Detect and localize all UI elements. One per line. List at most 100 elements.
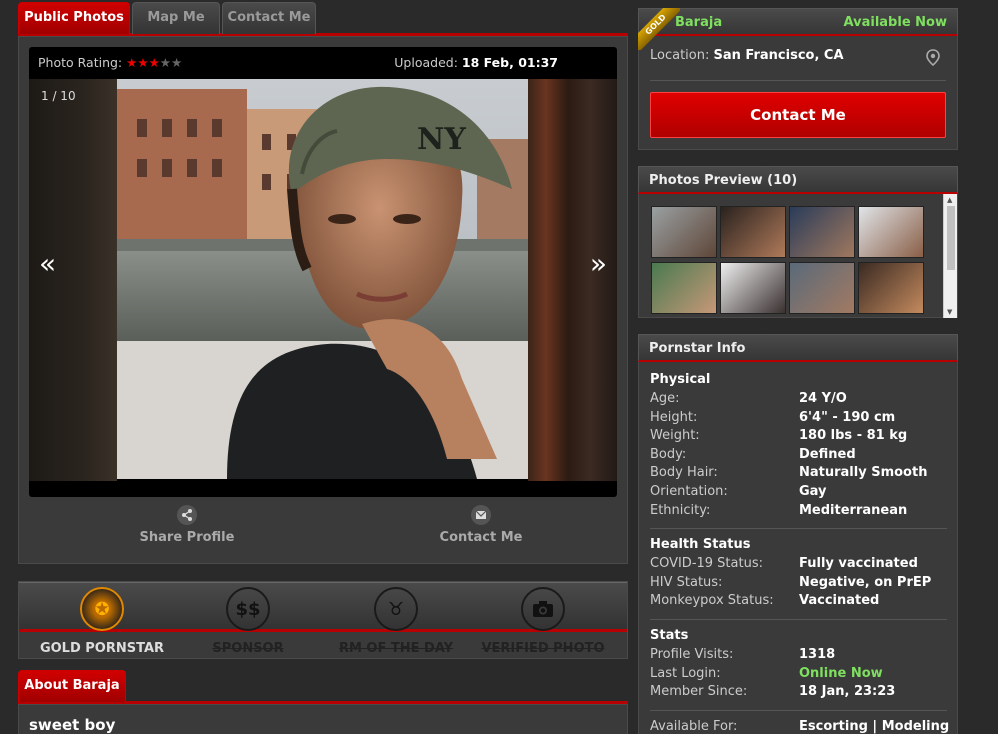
divider <box>650 709 947 711</box>
info-key: Member Since: <box>650 684 748 700</box>
envelope-icon <box>471 505 491 525</box>
thumbnail[interactable] <box>651 206 717 258</box>
info-key: Available For: <box>650 718 738 734</box>
info-key: Last Login: <box>650 665 721 681</box>
info-row: Available For: Escorting | Modeling <box>650 719 950 734</box>
thumbnail[interactable] <box>789 206 855 258</box>
online-status: Online Now <box>799 665 883 681</box>
info-key: Orientation: <box>650 483 728 499</box>
svg-text:NY: NY <box>417 122 466 157</box>
main-photo[interactable]: NY <box>117 79 528 479</box>
info-row: Member Since: 18 Jan, 23:23 <box>650 684 950 703</box>
uploaded-value: 18 Feb, 01:37 <box>461 55 558 70</box>
profile-body: Location: San Francisco, CA Contact Me <box>638 36 958 150</box>
contact-me-label: Contact Me <box>439 530 523 545</box>
tab-contact-me[interactable]: Contact Me <box>222 2 316 34</box>
divider <box>650 80 946 81</box>
thumbnail[interactable] <box>720 206 786 258</box>
availability-status: Available Now <box>843 15 947 30</box>
info-row: Profile Visits: 1318 <box>650 647 950 666</box>
camera-icon <box>521 587 565 631</box>
info-key: Profile Visits: <box>650 646 734 662</box>
info-row: HIV Status: Negative, on PrEP <box>650 575 950 594</box>
photo-rating: Photo Rating: ★★★★★ <box>38 55 182 70</box>
contact-me-button[interactable]: Contact Me <box>650 92 946 138</box>
info-value: 18 Jan, 23:23 <box>799 684 896 700</box>
info-key: HIV Status: <box>650 574 723 590</box>
divider <box>650 618 947 620</box>
scroll-down-icon[interactable]: ▼ <box>947 308 952 316</box>
info-row: Ethnicity: Mediterranean <box>650 503 950 522</box>
pornstar-info-title: Pornstar Info <box>638 334 958 362</box>
star-icon[interactable]: ★ <box>137 55 148 70</box>
badge-sponsor[interactable]: $$ SPONSOR <box>173 583 323 656</box>
info-key: Height: <box>650 409 698 425</box>
badge-rm-of-the-day[interactable]: ♉ RM OF THE DAY <box>321 583 471 656</box>
location-value: San Francisco, CA <box>713 48 844 63</box>
info-value: Gay <box>799 483 827 499</box>
upload-date: Uploaded: 18 Feb, 01:37 <box>394 55 558 70</box>
info-value: Negative, on PrEP <box>799 574 932 590</box>
rating-stars[interactable]: ★★★★★ <box>126 55 182 70</box>
info-value: Mediterranean <box>799 502 908 518</box>
scroll-up-icon[interactable]: ▲ <box>947 196 952 204</box>
scrollbar-thumb[interactable] <box>947 206 955 270</box>
thumbnail[interactable] <box>858 262 924 314</box>
star-icon[interactable]: ★ <box>171 55 182 70</box>
pornstar-info: Pornstar Info Physical Age: 24 Y/O Height… <box>638 334 958 734</box>
star-icon[interactable]: ★ <box>160 55 171 70</box>
star-icon[interactable]: ★ <box>126 55 137 70</box>
badge-gold-pornstar[interactable]: ✪ GOLD PORNSTAR <box>27 583 177 656</box>
info-row: COVID-19 Status: Fully vaccinated <box>650 556 950 575</box>
viewer-toolbar: Photo Rating: ★★★★★ Uploaded: 18 Feb, 01… <box>29 47 617 79</box>
badges-panel: ✪ GOLD PORNSTAR $$ SPONSOR ♉ RM OF THE D… <box>18 581 628 659</box>
info-row: Weight: 180 lbs - 81 kg <box>650 428 950 447</box>
tab-map-me[interactable]: Map Me <box>132 2 220 34</box>
pornstar-info-body: Physical Age: 24 Y/O Height: 6'4" - 190 cm… <box>638 362 958 734</box>
medal-icon: ✪ <box>80 587 124 631</box>
physical-heading: Physical <box>650 372 711 387</box>
thumbnail[interactable] <box>789 262 855 314</box>
info-key: Body Hair: <box>650 465 718 481</box>
previous-photo-button[interactable]: « <box>39 247 56 280</box>
thumbnail[interactable] <box>858 206 924 258</box>
stats-heading: Stats <box>650 627 689 643</box>
photo-image: NY <box>117 79 528 479</box>
info-row: Height: 6'4" - 190 cm <box>650 410 950 429</box>
star-icon[interactable]: ★ <box>149 55 160 70</box>
map-pin-icon[interactable] <box>923 48 943 68</box>
photos-preview-body: ▲ ▼ <box>638 194 958 318</box>
info-row: Body Hair: Naturally Smooth <box>650 465 950 484</box>
photo-background-right <box>528 79 617 481</box>
info-row: Last Login: Online Now <box>650 666 950 685</box>
photos-preview-title: Photos Preview (10) <box>638 166 958 194</box>
rating-label: Photo Rating: <box>38 55 123 70</box>
info-key: Age: <box>650 391 680 406</box>
info-row: Age: 24 Y/O <box>650 391 950 410</box>
info-row: Body: Defined <box>650 447 950 466</box>
photos-preview: Photos Preview (10) ▲ ▼ <box>638 166 958 318</box>
info-grid: Physical Age: 24 Y/O Height: 6'4" - 190 cm… <box>650 372 950 734</box>
info-value: Naturally Smooth <box>799 465 928 481</box>
contact-me-action[interactable]: Contact Me <box>425 505 537 545</box>
info-row: Monkeypox Status: Vaccinated <box>650 593 950 612</box>
thumbnail[interactable] <box>651 262 717 314</box>
next-photo-button[interactable]: » <box>590 247 607 280</box>
about-tabs: About Baraja <box>18 670 628 704</box>
preview-scrollbar[interactable]: ▲ ▼ <box>943 194 957 318</box>
tab-public-photos[interactable]: Public Photos <box>18 2 130 34</box>
uploaded-label: Uploaded: <box>394 55 458 70</box>
about-text: sweet boy <box>29 716 116 734</box>
gold-ribbon: GOLD <box>638 8 680 50</box>
info-value: 180 lbs - 81 kg <box>799 428 908 444</box>
divider <box>650 528 947 530</box>
thumbnail[interactable] <box>720 262 786 314</box>
badge-verified-photo[interactable]: VERIFIED PHOTO <box>468 583 618 656</box>
tab-about[interactable]: About Baraja <box>18 670 126 702</box>
photo-viewer: Photo Rating: ★★★★★ Uploaded: 18 Feb, 01… <box>29 47 617 497</box>
profile-card: GOLD Baraja Available Now Location: San … <box>638 8 958 152</box>
share-profile-button[interactable]: Share Profile <box>131 505 243 545</box>
profile-name: Baraja <box>675 15 723 30</box>
share-profile-label: Share Profile <box>139 530 235 545</box>
info-value: Fully vaccinated <box>799 556 918 572</box>
